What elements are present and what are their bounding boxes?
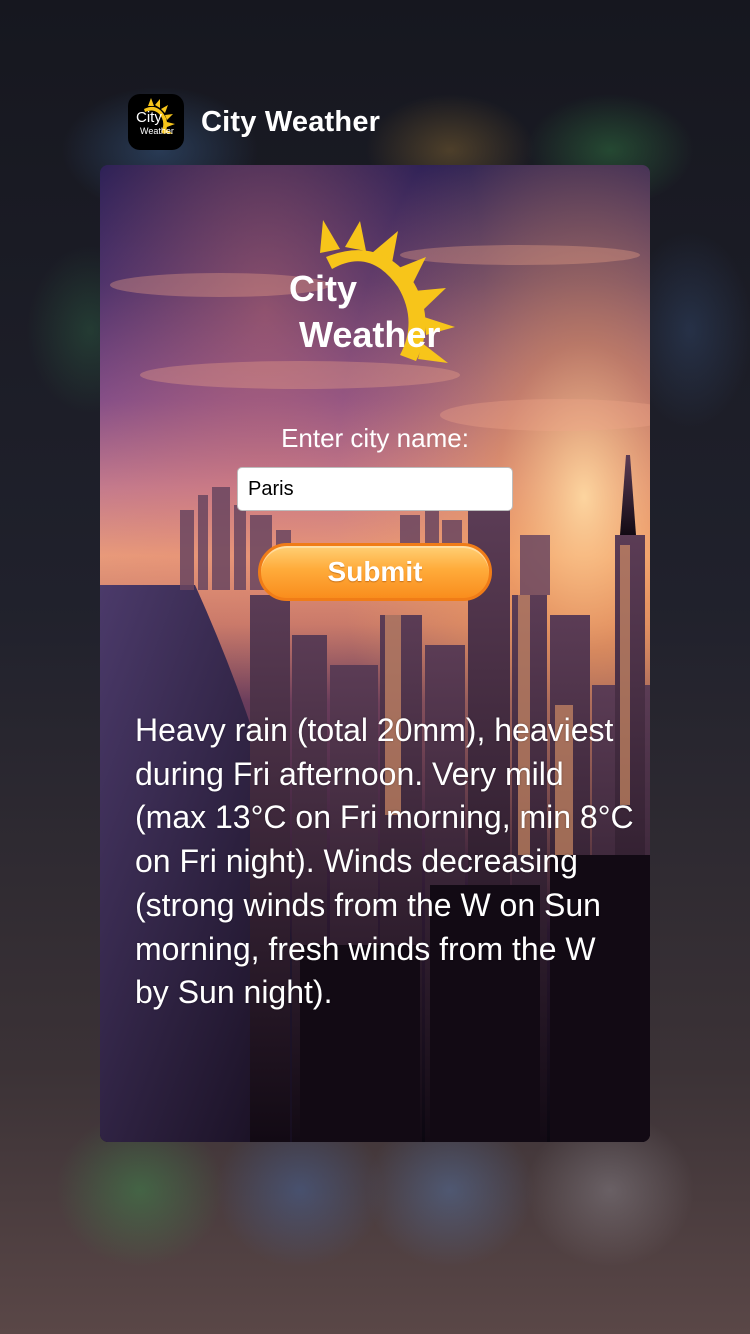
svg-text:City: City: [289, 268, 357, 309]
submit-button[interactable]: Submit: [258, 543, 492, 601]
city-name-input[interactable]: [237, 467, 513, 511]
app-title: City Weather: [201, 105, 381, 138]
app-snapshot-card[interactable]: City Weather Enter city name: Submit Hea…: [100, 165, 650, 1142]
svg-text:City: City: [136, 109, 162, 126]
city-weather-app-icon[interactable]: City Weather: [128, 94, 184, 150]
forecast-text: Heavy rain (total 20mm), heaviest during…: [135, 712, 634, 1011]
app-switcher-header[interactable]: City Weather City Weather: [128, 94, 380, 150]
city-weather-logo: City Weather: [289, 220, 455, 363]
sun-icon: City Weather: [136, 98, 175, 136]
city-name-label: Enter city name:: [281, 423, 469, 453]
svg-text:Weather: Weather: [140, 126, 174, 136]
svg-text:Weather: Weather: [299, 314, 440, 355]
